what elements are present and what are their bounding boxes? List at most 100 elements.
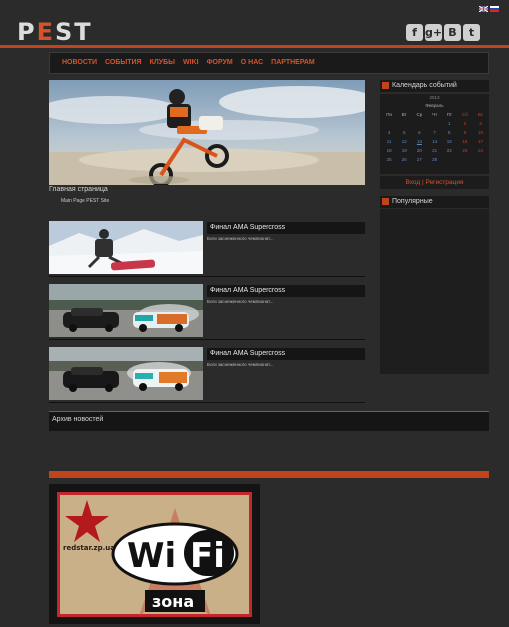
weekday-label: Сб bbox=[462, 112, 468, 117]
calendar-day[interactable]: 15 bbox=[442, 137, 457, 146]
calendar-day[interactable]: 26 bbox=[397, 155, 411, 164]
weekday-label: Вт bbox=[401, 112, 407, 117]
calendar-heading: Календарь событий bbox=[380, 80, 489, 92]
news-title[interactable]: Финал AMA Supercross bbox=[207, 348, 365, 360]
wifi-word-right: Fi bbox=[190, 536, 225, 576]
nav-item-about[interactable]: О НАС bbox=[241, 53, 263, 73]
divider bbox=[49, 402, 365, 403]
main-nav: НОВОСТИ СОБЫТИЯ КЛУБЫ WIKI ФОРУМ О НАС П… bbox=[49, 52, 489, 74]
news-archive-link[interactable]: Архив новостей bbox=[49, 412, 489, 431]
news-excerpt: Боги заснеженного чемпионат... bbox=[207, 236, 274, 241]
logo-letter-p: P bbox=[17, 18, 37, 46]
calendar-day[interactable]: 2 bbox=[457, 119, 473, 128]
calendar-day[interactable]: 19 bbox=[397, 146, 411, 155]
nav-item-clubs[interactable]: КЛУБЫ bbox=[150, 53, 175, 73]
bullet-square-icon bbox=[382, 198, 389, 205]
calendar-grid: Пн Вт Ср Чт Пт Сб Вс 1 2 3 4 5 6 7 8 9 1… bbox=[381, 110, 488, 164]
events-calendar: 2013 Февраль Пн Вт Ср Чт Пт Сб Вс 1 2 3 … bbox=[380, 94, 489, 174]
auth-separator: | bbox=[422, 179, 424, 186]
weekday-label: Вс bbox=[477, 112, 484, 117]
calendar-day[interactable]: 22 bbox=[442, 146, 457, 155]
calendar-day-today[interactable]: 13 bbox=[411, 137, 427, 146]
calendar-day[interactable]: 6 bbox=[411, 128, 427, 137]
calendar-day bbox=[397, 119, 411, 128]
banner-site-text: redstar.zp.ua bbox=[63, 544, 115, 552]
header-divider bbox=[0, 45, 509, 48]
nav-item-forum[interactable]: ФОРУМ bbox=[207, 53, 233, 73]
news-excerpt: Боги заснеженного чемпионат... bbox=[207, 299, 274, 304]
wifi-zone-banner[interactable]: redstar.zp.ua Wi Fi зона bbox=[49, 484, 260, 624]
calendar-day[interactable]: 4 bbox=[381, 128, 397, 137]
calendar-day[interactable]: 14 bbox=[428, 137, 442, 146]
calendar-title: Календарь событий bbox=[392, 82, 457, 89]
divider bbox=[49, 276, 365, 277]
site-logo[interactable]: PEST bbox=[17, 20, 93, 44]
vkontakte-icon[interactable]: B bbox=[444, 24, 461, 41]
news-item[interactable]: Финал AMA Supercross Боги заснеженного ч… bbox=[49, 284, 365, 340]
weekday-label: Пт bbox=[446, 112, 452, 117]
calendar-day[interactable]: 24 bbox=[473, 146, 488, 155]
calendar-day[interactable]: 28 bbox=[428, 155, 442, 164]
wifi-banner-graphic: redstar.zp.ua Wi Fi зона bbox=[57, 492, 252, 617]
calendar-day[interactable]: 23 bbox=[457, 146, 473, 155]
hero-title[interactable]: Главная страница bbox=[49, 186, 108, 193]
calendar-day[interactable]: 20 bbox=[411, 146, 427, 155]
logo-letters-st: ST bbox=[55, 18, 93, 46]
popular-heading: Популярные bbox=[380, 196, 489, 208]
weekday-label: Чт bbox=[432, 112, 438, 117]
calendar-day bbox=[457, 155, 473, 164]
calendar-day bbox=[442, 155, 457, 164]
calendar-day[interactable]: 11 bbox=[381, 137, 397, 146]
calendar-day bbox=[473, 155, 488, 164]
calendar-day[interactable]: 7 bbox=[428, 128, 442, 137]
register-link[interactable]: Регистрация bbox=[426, 179, 464, 186]
hero-subtitle: Main Page PEST Site bbox=[61, 198, 110, 204]
calendar-day[interactable]: 12 bbox=[397, 137, 411, 146]
bullet-square-icon bbox=[382, 82, 389, 89]
news-item[interactable]: Финал AMA Supercross Боги заснеженного ч… bbox=[49, 347, 365, 403]
divider bbox=[49, 339, 365, 340]
logo-letter-e: E bbox=[36, 18, 55, 46]
calendar-day bbox=[428, 119, 442, 128]
news-thumbnail[interactable] bbox=[49, 221, 203, 274]
calendar-day bbox=[411, 119, 427, 128]
weekday-label: Ср bbox=[416, 112, 423, 117]
calendar-day[interactable]: 17 bbox=[473, 137, 488, 146]
ru-flag-icon[interactable] bbox=[490, 6, 499, 12]
nav-item-partners[interactable]: ПАРТНЕРАМ bbox=[271, 53, 315, 73]
news-excerpt: Боги заснеженного чемпионат... bbox=[207, 362, 274, 367]
nav-item-news[interactable]: НОВОСТИ bbox=[62, 53, 97, 73]
news-thumbnail[interactable] bbox=[49, 284, 203, 337]
calendar-day[interactable]: 18 bbox=[381, 146, 397, 155]
en-flag-icon[interactable] bbox=[479, 6, 488, 12]
footer-accent-bar bbox=[49, 471, 489, 478]
nav-item-wiki[interactable]: WIKI bbox=[183, 53, 199, 73]
calendar-day[interactable]: 25 bbox=[381, 155, 397, 164]
news-item[interactable]: Финал AMA Supercross Боги заснеженного ч… bbox=[49, 221, 365, 277]
wifi-word-left: Wi bbox=[127, 536, 176, 576]
weekday-label: Пн bbox=[386, 112, 392, 117]
twitter-icon[interactable]: t bbox=[463, 24, 480, 41]
calendar-day[interactable]: 5 bbox=[397, 128, 411, 137]
calendar-day[interactable]: 27 bbox=[411, 155, 427, 164]
calendar-day[interactable]: 16 bbox=[457, 137, 473, 146]
news-title[interactable]: Финал AMA Supercross bbox=[207, 222, 365, 234]
calendar-month: Февраль bbox=[425, 103, 444, 108]
login-link[interactable]: Вход bbox=[405, 179, 420, 186]
news-thumbnail[interactable] bbox=[49, 347, 203, 400]
calendar-day[interactable]: 3 bbox=[473, 119, 488, 128]
zone-label: зона bbox=[152, 592, 194, 611]
auth-links: Вход | Регистрация bbox=[380, 176, 489, 189]
hero-image[interactable] bbox=[49, 80, 365, 185]
google-plus-icon[interactable]: g+ bbox=[425, 24, 442, 41]
calendar-day[interactable]: 8 bbox=[442, 128, 457, 137]
calendar-day[interactable]: 1 bbox=[442, 119, 457, 128]
nav-item-events[interactable]: СОБЫТИЯ bbox=[105, 53, 142, 73]
popular-title: Популярные bbox=[392, 198, 433, 205]
calendar-day[interactable]: 10 bbox=[473, 128, 488, 137]
calendar-day[interactable]: 21 bbox=[428, 146, 442, 155]
news-title[interactable]: Финал AMA Supercross bbox=[207, 285, 365, 297]
facebook-icon[interactable]: f bbox=[406, 24, 423, 41]
calendar-day bbox=[381, 119, 397, 128]
calendar-day[interactable]: 9 bbox=[457, 128, 473, 137]
